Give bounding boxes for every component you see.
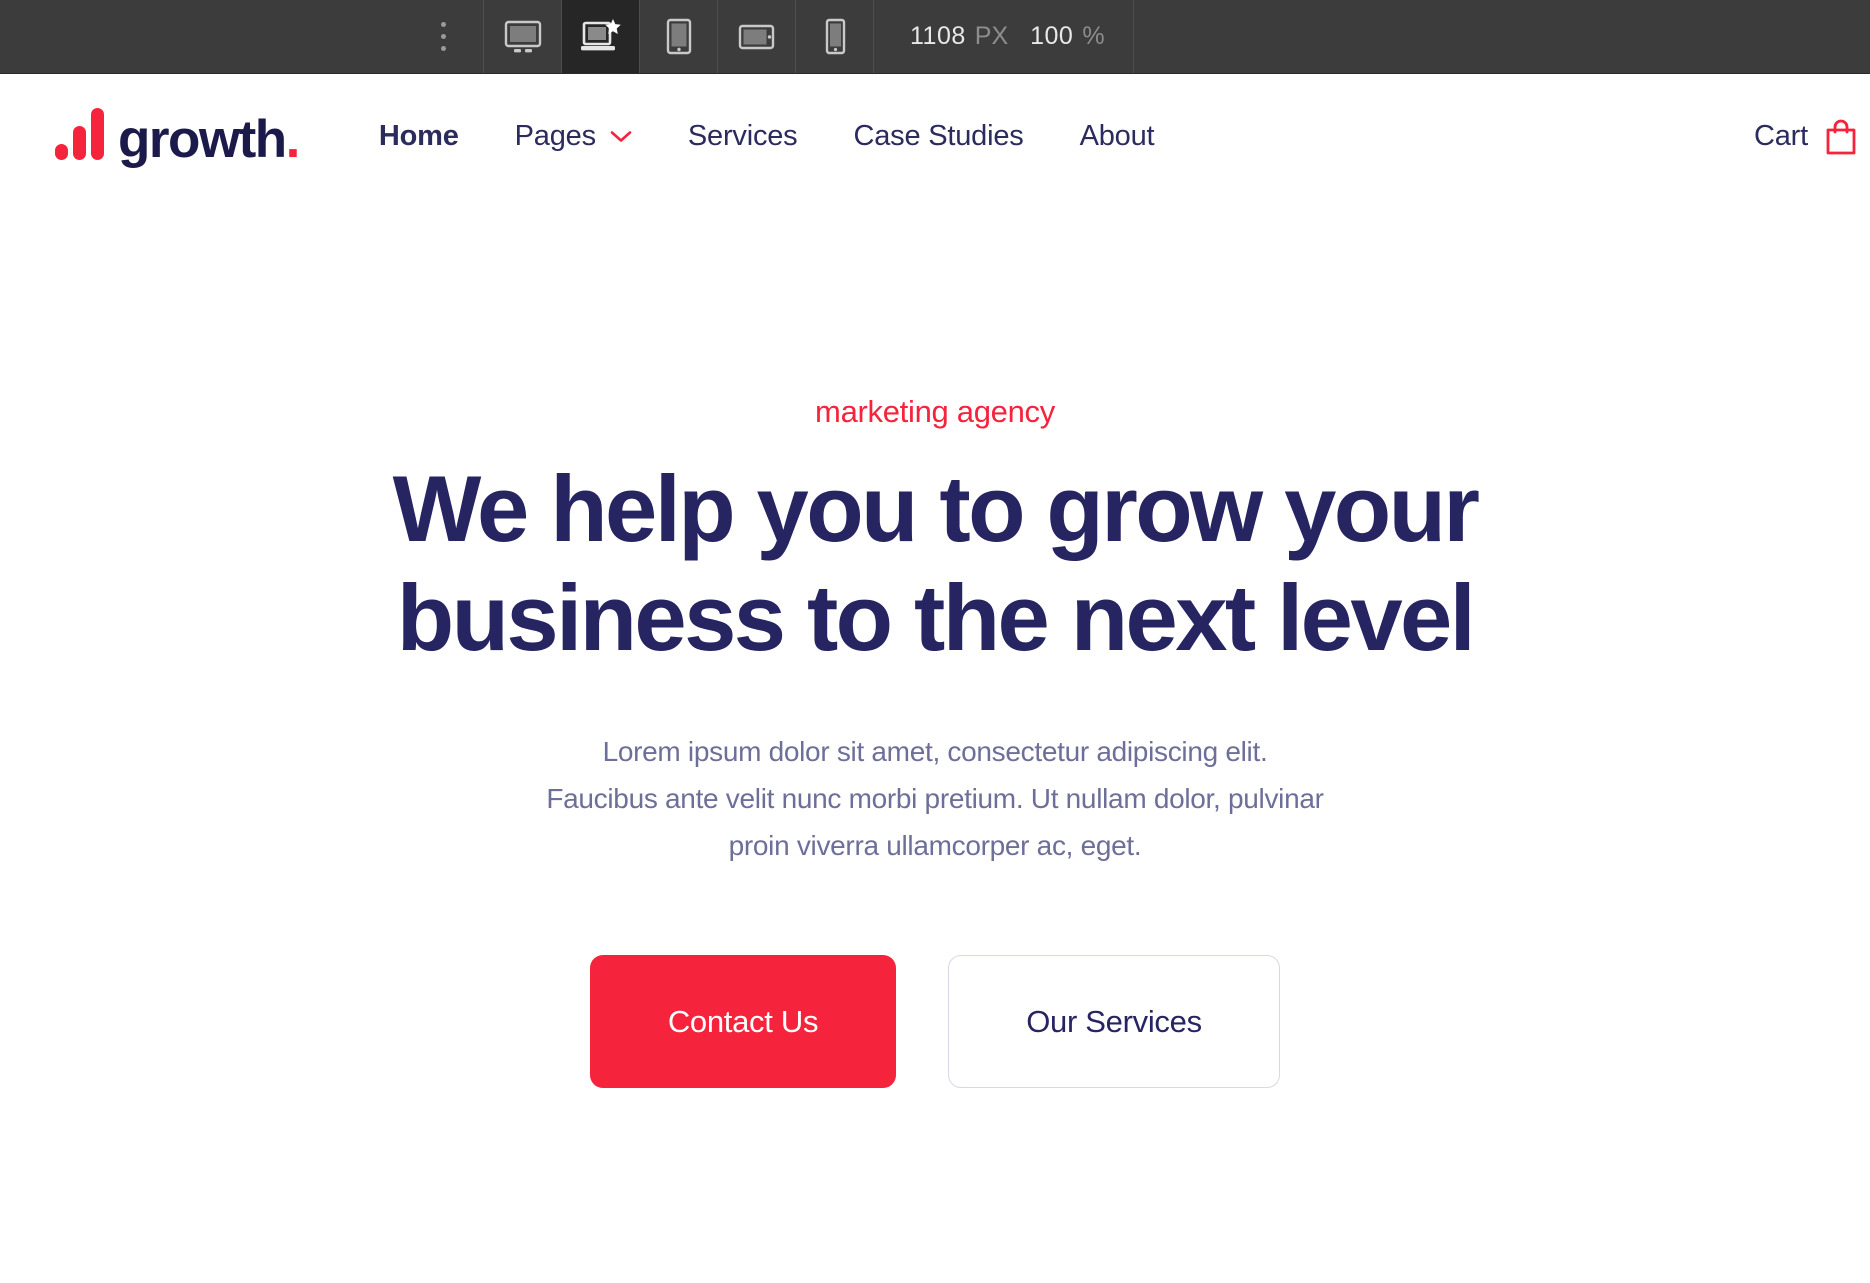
zoom-level-value: 100 [1030, 22, 1074, 50]
device-button-laptop[interactable] [561, 0, 639, 73]
device-button-tablet-landscape[interactable] [717, 0, 795, 73]
hero-eyebrow: marketing agency [815, 394, 1055, 429]
hero-paragraph-line-2: Faucibus ante velit nunc morbi pretium. … [546, 783, 1324, 815]
toolbar-right-spacer [1132, 0, 1870, 73]
viewport-size-readout[interactable]: 1108 PX 100 % [873, 0, 1133, 73]
desktop-monitor-icon [504, 20, 541, 52]
device-button-mobile[interactable] [795, 0, 873, 73]
device-button-tablet-portrait[interactable] [639, 0, 717, 73]
nav-item-label: Home [378, 120, 459, 152]
brand-name: growth. [118, 109, 301, 169]
cart-button[interactable]: Cart [1754, 118, 1858, 156]
contact-us-button[interactable]: Contact Us [590, 955, 896, 1089]
our-services-button-label: Our Services [1026, 1003, 1202, 1039]
chevron-down-icon [610, 131, 632, 142]
brand-name-text: growth [118, 109, 287, 169]
nav-item-label: Pages [514, 120, 596, 152]
nav-item-pages[interactable]: Pages [487, 120, 660, 153]
nav-item-label: Services [687, 120, 798, 152]
nav-item-about[interactable]: About [1052, 120, 1183, 153]
hero-paragraph-line-3: proin viverra ullamcorper ac, eget. [728, 830, 1142, 862]
laptop-star-icon [580, 18, 621, 50]
nav-item-label: About [1079, 120, 1155, 152]
primary-navigation: Home Pages Services Case Studies About [351, 120, 1183, 153]
tablet-portrait-icon [666, 18, 691, 54]
more-vertical-icon [440, 22, 446, 51]
brand-name-dot: . [285, 109, 301, 169]
cart-label: Cart [1754, 120, 1808, 152]
our-services-button[interactable]: Our Services [948, 955, 1280, 1089]
mobile-phone-icon [825, 18, 845, 54]
hero-title-line-1: We help you to grow your [392, 456, 1480, 561]
device-button-desktop[interactable] [483, 0, 561, 73]
nav-item-label: Case Studies [853, 120, 1024, 152]
hero-cta-row: Contact Us Our Services [0, 955, 1870, 1089]
hero-section: marketing agency We help you to grow you… [0, 199, 1870, 1089]
viewport-width-unit: PX [974, 22, 1009, 50]
tablet-landscape-icon [738, 24, 774, 49]
bar-chart-logo-icon [55, 107, 104, 166]
site-navbar: growth. Home Pages Services Case Studies… [0, 74, 1870, 199]
toolbar-left-spacer [0, 0, 403, 73]
toolbar-more-options-button[interactable] [403, 0, 483, 73]
hero-paragraph: Lorem ipsum dolor sit amet, consectetur … [465, 728, 1405, 869]
device-preview-toolbar: 1108 PX 100 % [0, 0, 1870, 74]
zoom-level-unit: % [1082, 22, 1105, 50]
site-preview-canvas: growth. Home Pages Services Case Studies… [0, 74, 1870, 1089]
nav-item-case-studies[interactable]: Case Studies [825, 120, 1051, 153]
brand-logo[interactable]: growth. [55, 107, 301, 169]
hero-title-line-2: business to the next level [396, 565, 1476, 671]
hero-paragraph-line-1: Lorem ipsum dolor sit amet, consectetur … [602, 736, 1268, 768]
page-title: We help you to grow your business to the… [310, 454, 1560, 672]
nav-item-services[interactable]: Services [660, 120, 826, 153]
viewport-width-value: 1108 [910, 22, 966, 50]
contact-us-button-label: Contact Us [667, 1003, 819, 1039]
shopping-bag-icon [1826, 119, 1856, 154]
nav-item-home[interactable]: Home [351, 120, 487, 153]
